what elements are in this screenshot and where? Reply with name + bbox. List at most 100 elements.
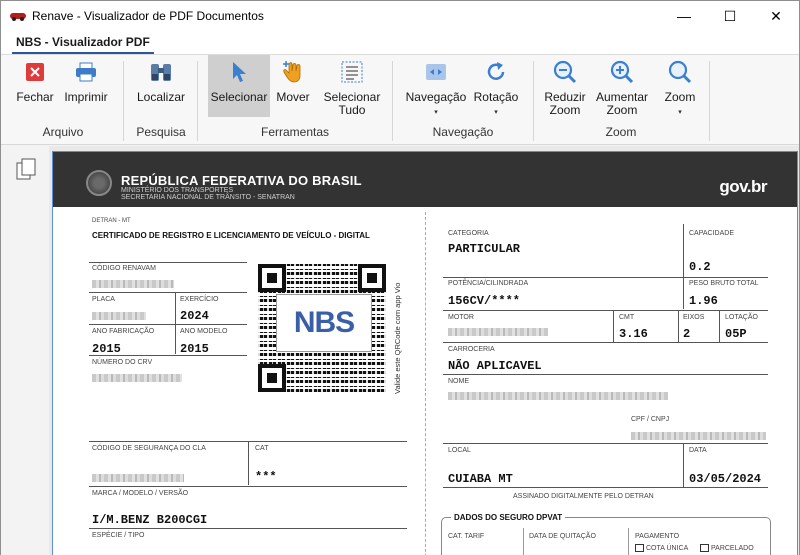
coat-of-arms-icon: [86, 170, 112, 196]
group-ferramentas: Ferramentas: [260, 125, 330, 139]
renavam-redacted: [92, 280, 174, 288]
placa-redacted: [92, 312, 146, 320]
cota-unica-checkbox[interactable]: COTA ÚNICA: [635, 544, 688, 552]
assinado-label: ASSINADO DIGITALMENTE PELO DETRAN: [513, 493, 654, 500]
capacidade-value: 0.2: [689, 260, 711, 274]
exercicio-label: EXERCÍCIO: [180, 296, 219, 303]
minimize-button[interactable]: —: [661, 1, 707, 31]
selecionar-button[interactable]: Selecionar: [208, 55, 270, 117]
fechar-button[interactable]: Fechar: [13, 59, 57, 104]
ano-fab-value: 2015: [92, 342, 121, 356]
motor-label: MOTOR: [448, 314, 474, 321]
local-label: LOCAL: [448, 447, 471, 454]
qr-code: NBS: [258, 264, 386, 392]
qr-validation-text: Valide este QRCode com app Vio: [393, 282, 402, 394]
doc-header: REPÚBLICA FEDERATIVA DO BRASIL MINISTÉRI…: [53, 152, 797, 207]
app-window: Renave - Visualizador de PDF Documentos …: [0, 0, 800, 555]
secretaria-text: SECRETARIA NACIONAL DE TRÂNSITO - SENATR…: [121, 194, 295, 201]
imprimir-button[interactable]: Imprimir: [61, 59, 111, 104]
navegacao-button[interactable]: Navegação ▾: [405, 59, 467, 119]
close-button[interactable]: ✕: [753, 1, 799, 31]
marca-label: MARCA / MODELO / VERSÃO: [92, 490, 189, 497]
group-zoom: Zoom: [605, 125, 637, 139]
ribbon-tab-bar: NBS - Visualizador PDF: [1, 31, 799, 55]
num-crv-label: NÚMERO DO CRV: [92, 359, 153, 366]
cat-value: ***: [255, 470, 277, 484]
thumbnail-sidebar: [1, 146, 49, 555]
magnifier-icon: [667, 59, 693, 85]
republica-title: REPÚBLICA FEDERATIVA DO BRASIL: [121, 173, 362, 188]
cat-label: CAT: [255, 445, 269, 452]
window-title: Renave - Visualizador de PDF Documentos: [32, 9, 264, 23]
zoom-out-icon: [552, 59, 578, 85]
lotacao-value: 05P: [725, 327, 747, 341]
ano-modelo-label: ANO MODELO: [180, 328, 228, 335]
close-doc-icon: [22, 59, 48, 85]
pages-icon[interactable]: [16, 158, 38, 183]
data-value: 03/05/2024: [689, 472, 762, 486]
renavam-label: CÓDIGO RENAVAM: [92, 265, 156, 272]
cmt-value: 3.16: [619, 327, 648, 341]
cmt-label: CMT: [619, 314, 635, 321]
group-pesquisa: Pesquisa: [136, 125, 186, 139]
select-all-icon: [339, 59, 365, 85]
data-label: DATA: [689, 447, 707, 454]
localizar-button[interactable]: Localizar: [135, 59, 187, 104]
carroceria-value: NÃO APLICAVEL: [448, 359, 542, 373]
ano-modelo-value: 2015: [180, 342, 209, 356]
pdf-viewer[interactable]: REPÚBLICA FEDERATIVA DO BRASIL MINISTÉRI…: [49, 146, 799, 555]
maximize-button[interactable]: ☐: [707, 1, 753, 31]
placa-label: PLACA: [92, 296, 115, 303]
ano-fab-label: ANO FABRICAÇÃO: [92, 328, 155, 335]
potencia-label: POTÊNCIA/CILINDRADA: [448, 280, 529, 287]
binoculars-icon: [148, 59, 174, 85]
potencia-value: 156CV/****: [448, 294, 521, 308]
hand-move-icon: [280, 59, 306, 85]
cert-title: CERTIFICADO DE REGISTRO E LICENCIAMENTO …: [92, 231, 370, 240]
peso-value: 1.96: [689, 294, 718, 308]
zoom-in-icon: [609, 59, 635, 85]
govbr-logo: gov.br: [719, 177, 767, 196]
rotacao-button[interactable]: Rotação ▾: [471, 59, 521, 119]
ministerio-text: MINISTÉRIO DOS TRANSPORTES: [121, 187, 234, 194]
motor-redacted: [448, 328, 548, 336]
ribbon: Fechar Imprimir Arquivo Localizar Pesqui…: [1, 55, 799, 145]
categoria-value: PARTICULAR: [448, 242, 521, 256]
pagamento-label: PAGAMENTO: [635, 533, 680, 540]
zoom-button[interactable]: Zoom ▾: [659, 59, 701, 119]
detran-label: DETRAN - MT: [92, 218, 131, 224]
pdf-page: REPÚBLICA FEDERATIVA DO BRASIL MINISTÉRI…: [52, 151, 798, 555]
nome-redacted: [448, 392, 668, 400]
eixos-value: 2: [683, 327, 691, 341]
peso-label: PESO BRUTO TOTAL: [689, 280, 759, 287]
navigation-icon: [423, 59, 449, 85]
rotate-icon: [483, 59, 509, 85]
car-icon: [10, 11, 26, 21]
cursor-icon: [226, 59, 252, 85]
dpvat-title: DADOS DO SEGURO DPVAT: [451, 513, 566, 522]
selecionar-tudo-button[interactable]: Selecionar Tudo: [323, 59, 381, 117]
categoria-label: CATEGORIA: [448, 230, 489, 237]
local-value: CUIABA MT: [448, 472, 513, 486]
group-navegacao: Navegação: [432, 125, 494, 139]
lotacao-label: LOTAÇÃO: [725, 314, 758, 321]
aumentar-zoom-button[interactable]: Aumentar Zoom: [594, 59, 650, 117]
especie-label: ESPÉCIE / TIPO: [92, 532, 145, 539]
nome-label: NOME: [448, 378, 469, 385]
crv-redacted: [92, 374, 182, 382]
mover-button[interactable]: Mover: [271, 59, 315, 104]
group-arquivo: Arquivo: [42, 125, 84, 139]
eixos-label: EIXOS: [683, 314, 705, 321]
cod-seg-redacted: [92, 474, 184, 482]
data-quit-label: DATA DE QUITAÇÃO: [529, 533, 596, 540]
reduzir-zoom-button[interactable]: Reduzir Zoom: [543, 59, 587, 117]
parcelado-checkbox[interactable]: PARCELADO: [700, 544, 754, 552]
nbs-logo: NBS: [276, 294, 372, 352]
exercicio-value: 2024: [180, 309, 209, 323]
tab-nbs-viewer[interactable]: NBS - Visualizador PDF: [12, 35, 154, 54]
cod-seg-label: CÓDIGO DE SEGURANÇA DO CLA: [92, 445, 206, 452]
cpf-label: CPF / CNPJ: [631, 416, 670, 423]
cat-tarif-label: CAT. TARIF: [448, 533, 485, 540]
marca-value: I/M.BENZ B200CGI: [92, 513, 208, 527]
capacidade-label: CAPACIDADE: [689, 230, 734, 237]
